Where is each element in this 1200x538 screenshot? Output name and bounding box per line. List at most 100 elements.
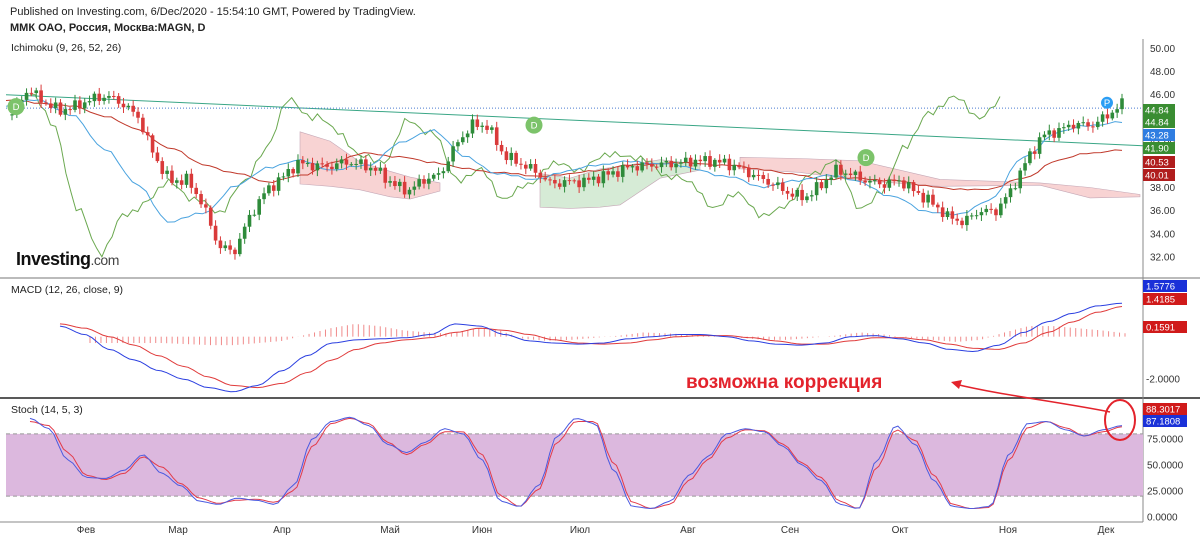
x-axis-tick: Дек [1098,525,1115,536]
candle-body [717,159,722,163]
candle-body [102,97,106,101]
candle-body [276,177,281,191]
candle-body [131,105,135,112]
candle-body [436,173,441,175]
candle-body [499,144,504,152]
candle-body [645,162,649,164]
candle-body [58,102,63,115]
macd-signal-line [59,306,1123,389]
candle-body [732,164,737,171]
x-axis-tick: Авг [680,525,696,536]
candle-body [562,180,567,187]
candle-body [688,157,693,167]
price-badge-label: 44.84 [1145,118,1169,129]
candle-body [301,159,305,164]
candle-body [693,159,698,167]
candle-body [247,214,252,227]
candle-body [145,132,150,136]
candle-body [1037,137,1042,154]
candle-body [994,209,998,216]
macd-value-label: 1.4185 [1146,295,1175,306]
candle-body [485,125,489,130]
candle-body [68,109,72,111]
candle-body [73,100,77,110]
candle-body [509,152,514,161]
price-badge-label: 40.01 [1145,171,1169,182]
candle-body [897,180,901,182]
candle-body [1008,188,1013,198]
candle-body [557,183,562,187]
candle-body [1110,112,1115,119]
candle-body [431,174,436,179]
candle-body [572,180,577,182]
candle-body [640,162,644,171]
candle-body [82,102,87,109]
candle-body [931,194,935,205]
candle-body [940,207,945,218]
candle-body [596,176,601,184]
candle-body [698,159,703,162]
candle-body [228,245,232,250]
candle-body [24,92,29,100]
candle-body [1081,122,1086,124]
candle-body [1066,124,1071,128]
candle-body [814,182,819,196]
candle-body [78,100,82,109]
candle-body [136,111,140,118]
candle-body [713,159,717,167]
candle-body [577,180,581,188]
candle-body [1023,163,1027,171]
candle-body [979,212,984,216]
candle-body [916,191,921,193]
correction-annotation: возможна коррекция [686,372,883,393]
candle-body [674,163,678,168]
candle-body [630,166,635,168]
candle-body [921,192,926,203]
candle-body [945,211,950,218]
candle-body [1003,197,1008,204]
candle-body [349,164,354,166]
candle-body [199,194,203,205]
candle-body [344,159,349,165]
candle-body [727,158,732,171]
candle-body [761,175,766,179]
candle-body [310,163,315,171]
candle-body [606,171,611,175]
candle-body [451,146,455,162]
candle-body [528,164,533,169]
candle-body [669,160,674,168]
candle-body [737,164,741,168]
candle-body [34,90,39,94]
candle-body [1062,127,1066,129]
candle-body [271,185,276,191]
candle-body [756,174,761,176]
candle-body [650,163,654,167]
ichimoku-label: Ichimoku (9, 26, 52, 26) [11,42,122,54]
candle-body [863,180,867,183]
candle-body [368,167,373,171]
candle-body [456,142,460,147]
candle-body [470,119,475,134]
candle-body [339,159,344,164]
stoch-band [6,433,1143,497]
candles-group [10,84,1124,260]
x-axis-tick: Мар [168,525,188,536]
candle-body [494,127,499,145]
dividend-marker-label: D [13,102,20,113]
candle-body [829,177,833,180]
candle-body [1057,128,1061,138]
candle-body [460,137,465,143]
candle-body [872,180,877,182]
candle-body [218,240,223,249]
candle-body [480,125,484,127]
candle-body [659,162,664,168]
stoch-value-label: 87.1808 [1146,417,1180,428]
candle-body [330,166,334,170]
candle-body [1115,109,1119,113]
candle-body [989,208,993,210]
x-axis-tick: Сен [781,525,799,536]
candle-body [611,171,615,175]
candle-body [1095,121,1100,128]
candle-body [44,102,48,104]
candle-body [965,215,969,226]
